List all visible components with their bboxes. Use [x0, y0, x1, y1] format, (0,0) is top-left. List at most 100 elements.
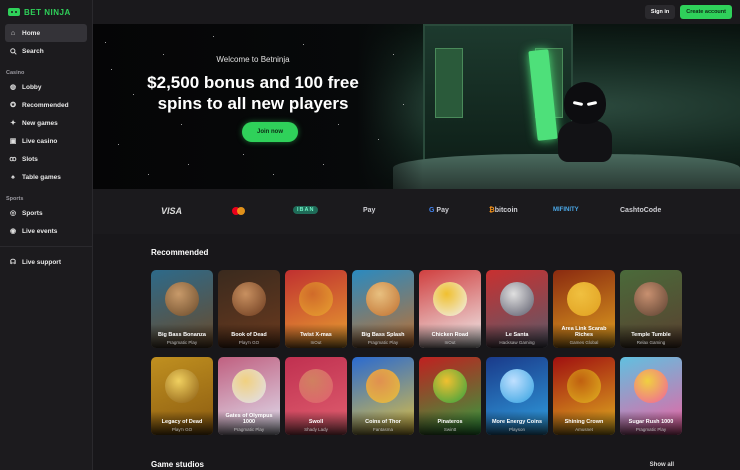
ninja-mascot-image: [556, 82, 614, 162]
sidebar-item-sports[interactable]: ◎ Sports: [5, 204, 87, 222]
apple-pay-logo: Pay: [363, 207, 375, 214]
star-dot: [338, 124, 339, 125]
sidebar-item-slots[interactable]: ꝏ Slots: [5, 150, 87, 168]
sidebar-item-label: Slots: [22, 155, 38, 163]
game-card[interactable]: Legacy of Dead Play'n GO: [151, 357, 213, 435]
game-card[interactable]: Book of Dead Play'n GO: [218, 270, 280, 348]
brand-logo[interactable]: BET NINJA: [0, 0, 92, 24]
hero-title-line: $2,500 bonus and 100 free: [147, 73, 359, 92]
sidebar-item-lobby[interactable]: ◍ Lobby: [5, 78, 87, 96]
sidebar-item-live-events[interactable]: ◉ Live events: [5, 222, 87, 240]
game-character-art: [500, 369, 534, 403]
game-provider: Pragmatic Play: [233, 427, 265, 432]
game-card[interactable]: Swoll Shady Lady: [285, 357, 347, 435]
sports-section-label: Sports: [6, 196, 24, 202]
game-card[interactable]: More Energy Coins Playson: [486, 357, 548, 435]
game-provider: Play'n GO: [171, 427, 193, 432]
game-card[interactable]: Coins of Thor Fantasma: [352, 357, 414, 435]
game-provider: Fantasma: [372, 427, 393, 432]
star-dot: [243, 154, 244, 155]
game-card[interactable]: Le Santa Hacksaw Gaming: [486, 270, 548, 348]
game-card[interactable]: Pinateros Swintt: [419, 357, 481, 435]
game-provider: Play'n GO: [238, 340, 260, 345]
game-title: Sugar Rush 1000: [628, 419, 674, 425]
hero-title: $2,500 bonus and 100 free spins to all n…: [93, 72, 413, 114]
game-title: Big Bass Bonanza: [158, 332, 206, 338]
game-title: More Energy Coins: [491, 419, 543, 425]
game-provider: Shady Lady: [304, 427, 328, 432]
game-character-art: [433, 369, 467, 403]
ball-icon: ◎: [9, 210, 17, 217]
game-title: Chicken Road: [431, 332, 469, 338]
game-character-art: [299, 282, 333, 316]
game-card[interactable]: Temple Tumble Relax Gaming: [620, 270, 682, 348]
game-card[interactable]: Shining Crown Amusnet: [553, 357, 615, 435]
game-title: Big Bass Splash: [361, 332, 405, 338]
search-icon: [9, 47, 17, 55]
live-icon: ▣: [9, 138, 17, 145]
game-provider: Games Global: [569, 340, 599, 345]
game-provider: Pragmatic Play: [367, 340, 399, 345]
sidebar-item-search[interactable]: Search: [5, 42, 87, 60]
sidebar-item-new-games[interactable]: ✦ New games: [5, 114, 87, 132]
game-card[interactable]: Big Bass Splash Pragmatic Play: [352, 270, 414, 348]
game-character-art: [232, 369, 266, 403]
game-title: Twist X-mas: [300, 332, 332, 338]
sidebar-item-label: Recommended: [22, 101, 69, 109]
sidebar-item-label: Table games: [22, 173, 61, 181]
sign-in-button[interactable]: Sign in: [644, 5, 676, 19]
iban-logo: IBAN: [293, 206, 319, 214]
sidebar-item-live-support[interactable]: ☊ Live support: [5, 253, 87, 271]
sidebar-item-label: Home: [22, 29, 41, 37]
game-provider: Pragmatic Play: [635, 427, 667, 432]
game-title: Pinateros: [437, 419, 463, 425]
star-dot: [181, 124, 182, 125]
join-now-button[interactable]: Join now: [242, 122, 298, 142]
sidebar-item-label: Sports: [22, 209, 43, 217]
star-dot: [303, 44, 304, 45]
sidebar-item-label: Live events: [22, 227, 58, 235]
game-character-art: [299, 369, 333, 403]
game-card[interactable]: Sugar Rush 1000 Pragmatic Play: [620, 357, 682, 435]
sidebar-item-label: Live support: [22, 258, 62, 266]
sidebar: BET NINJA ⌂ Home Search Casino ◍ Lobby ✪…: [0, 0, 93, 470]
game-card[interactable]: Chicken Road InOut: [419, 270, 481, 348]
game-character-art: [567, 369, 601, 403]
sidebar-item-live-casino[interactable]: ▣ Live casino: [5, 132, 87, 150]
game-character-art: [433, 282, 467, 316]
sidebar-item-table-games[interactable]: ♠ Table games: [5, 168, 87, 186]
sidebar-item-label: New games: [22, 119, 58, 127]
game-title: Coins of Thor: [365, 419, 401, 425]
sidebar-divider: [0, 246, 92, 247]
game-character-art: [366, 282, 400, 316]
game-card[interactable]: Area Link Scarab Riches Games Global: [553, 270, 615, 348]
cherry-icon: ꝏ: [9, 156, 17, 163]
game-character-art: [567, 282, 601, 316]
headset-icon: ☊: [9, 259, 17, 266]
game-title: Temple Tumble: [631, 332, 671, 338]
sidebar-item-recommended[interactable]: ✪ Recommended: [5, 96, 87, 114]
hero-banner: Welcome to Betninja $2,500 bonus and 100…: [93, 24, 740, 189]
bitcoin-label: bitcoin: [494, 207, 518, 214]
star-dot: [105, 42, 106, 43]
star-dot: [213, 36, 214, 37]
game-studios-title: Game studios: [151, 460, 204, 469]
game-card[interactable]: Gates of Olympus 1000 Pragmatic Play: [218, 357, 280, 435]
game-card[interactable]: Twist X-mas InOut: [285, 270, 347, 348]
game-card[interactable]: Big Bass Bonanza Pragmatic Play: [151, 270, 213, 348]
bitcoin-logo: ₿bitcoin: [489, 207, 518, 214]
star-icon: ✪: [10, 102, 16, 109]
game-provider: InOut: [444, 340, 456, 345]
game-title: Book of Dead: [231, 332, 267, 338]
ninja-logo-icon: [8, 8, 20, 16]
hero-title-line: spins to all new players: [157, 94, 349, 113]
lobby-icon: ◍: [9, 84, 17, 91]
create-account-button[interactable]: Create account: [680, 5, 732, 19]
game-character-art: [165, 282, 199, 316]
show-all-link[interactable]: Show all: [650, 462, 674, 468]
game-title: Le Santa: [505, 332, 529, 338]
iban-label: IBAN: [293, 206, 319, 214]
sparkle-icon: ✦: [10, 120, 16, 127]
sidebar-item-home[interactable]: ⌂ Home: [5, 24, 87, 42]
google-pay-label: Pay: [436, 207, 449, 214]
